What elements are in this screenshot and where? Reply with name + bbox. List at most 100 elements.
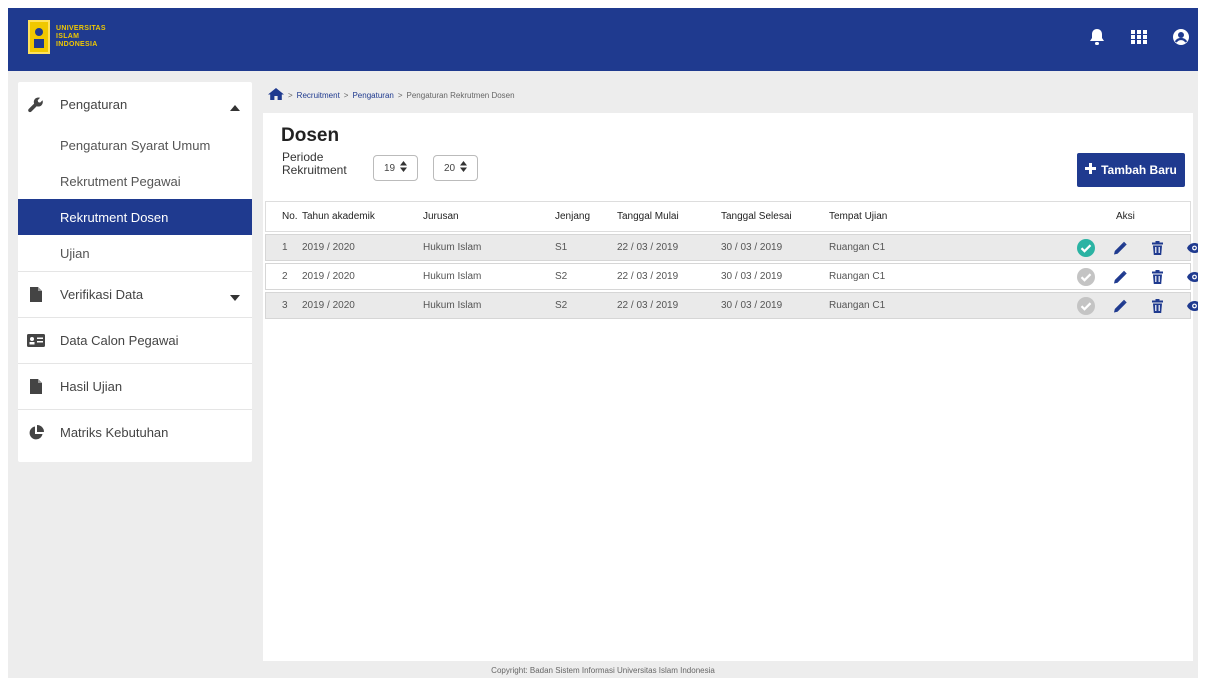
periode-label-line: Rekruitment xyxy=(282,163,347,177)
check-circle-icon[interactable] xyxy=(1077,267,1095,286)
trash-icon[interactable] xyxy=(1152,240,1163,255)
cell-no: 3 xyxy=(282,300,288,311)
cell-mulai: 22 / 03 / 2019 xyxy=(617,300,679,311)
plus-icon xyxy=(1085,163,1097,177)
cell-tempat: Ruangan C1 xyxy=(829,300,886,311)
cell-tahun: 2019 / 2020 xyxy=(302,271,355,282)
breadcrumb-separator: > xyxy=(397,90,403,100)
id-card-icon xyxy=(26,334,46,347)
eye-icon[interactable] xyxy=(1187,242,1198,253)
cell-mulai: 22 / 03 / 2019 xyxy=(617,271,679,282)
add-new-label: Tambah Baru xyxy=(1101,163,1177,177)
home-icon[interactable] xyxy=(268,88,284,102)
wrench-icon xyxy=(26,96,46,113)
app-frame: UNIVERSITAS ISLAM INDONESIA Pengaturan P… xyxy=(8,8,1198,678)
grid-icon[interactable] xyxy=(1128,26,1150,48)
sidebar-item-label: Matriks Kebutuhan xyxy=(60,425,169,440)
cell-tempat: Ruangan C1 xyxy=(829,271,886,282)
sidebar-item-data-calon-pegawai[interactable]: Data Calon Pegawai xyxy=(18,318,252,363)
sidebar: Pengaturan Pengaturan Syarat Umum Rekrut… xyxy=(18,82,252,462)
column-header: No. xyxy=(282,211,298,222)
footer-copyright: Copyright: Badan Sistem Informasi Univer… xyxy=(491,666,715,675)
eye-icon[interactable] xyxy=(1187,271,1198,282)
breadcrumb-link-recruitment[interactable]: Recruitment xyxy=(297,91,340,100)
cell-no: 1 xyxy=(282,242,288,253)
sort-arrows-icon xyxy=(460,161,468,175)
sidebar-item-verifikasi-data[interactable]: Verifikasi Data xyxy=(18,272,252,317)
pie-chart-icon xyxy=(26,424,46,441)
cell-jurusan: Hukum Islam xyxy=(423,300,482,311)
add-new-button[interactable]: Tambah Baru xyxy=(1077,153,1185,187)
top-navbar: UNIVERSITAS ISLAM INDONESIA xyxy=(8,8,1198,71)
periode-to-select[interactable]: 20 xyxy=(433,155,478,181)
cell-jenjang: S2 xyxy=(555,300,568,311)
cell-tahun: 2019 / 2020 xyxy=(302,242,355,253)
document-icon xyxy=(26,287,46,302)
logo-wordmark: UNIVERSITAS ISLAM INDONESIA xyxy=(56,25,106,49)
recruitment-table: No. Tahun akademik Jurusan Jenjang Tangg… xyxy=(265,201,1198,319)
table-row: 3 2019 / 2020 Hukum Islam S2 22 / 03 / 2… xyxy=(265,292,1198,319)
column-header: Aksi xyxy=(1116,211,1135,222)
logo-line: UNIVERSITAS xyxy=(56,25,106,32)
sort-arrows-icon xyxy=(400,161,408,175)
sidebar-item-matriks-kebutuhan[interactable]: Matriks Kebutuhan xyxy=(18,410,252,455)
caret-down-icon xyxy=(230,289,240,304)
sidebar-item-label: Pengaturan xyxy=(60,97,128,112)
file-icon xyxy=(26,379,46,394)
check-circle-icon[interactable] xyxy=(1077,296,1095,315)
cell-jenjang: S2 xyxy=(555,271,568,282)
trash-icon[interactable] xyxy=(1152,298,1163,313)
column-header: Tahun akademik xyxy=(302,211,375,222)
pencil-icon[interactable] xyxy=(1114,270,1127,283)
sidebar-subitem-rekrutment-pegawai[interactable]: Rekrutment Pegawai xyxy=(18,163,252,199)
periode-label: Periode Rekruitment xyxy=(282,151,347,177)
check-circle-icon[interactable] xyxy=(1077,238,1095,257)
column-header: Tanggal Mulai xyxy=(617,211,679,222)
cell-selesai: 30 / 03 / 2019 xyxy=(721,271,783,282)
breadcrumb: > Recruitment > Pengaturan > Pengaturan … xyxy=(268,88,515,102)
breadcrumb-separator: > xyxy=(343,90,349,100)
column-header: Tempat Ujian xyxy=(829,211,888,222)
sidebar-item-pengaturan[interactable]: Pengaturan xyxy=(18,82,252,127)
breadcrumb-link-pengaturan[interactable]: Pengaturan xyxy=(352,91,393,100)
sidebar-item-label: Verifikasi Data xyxy=(60,287,144,302)
sidebar-item-hasil-ujian[interactable]: Hasil Ujian xyxy=(18,364,252,409)
breadcrumb-current: Pengaturan Rekrutmen Dosen xyxy=(406,90,515,100)
periode-to-value: 20 xyxy=(443,162,456,174)
university-logo[interactable]: UNIVERSITAS ISLAM INDONESIA xyxy=(28,20,106,54)
cell-tahun: 2019 / 2020 xyxy=(302,300,355,311)
page-title: Dosen xyxy=(281,125,340,146)
cell-jurusan: Hukum Islam xyxy=(423,271,482,282)
cell-aksi xyxy=(1042,235,1198,260)
cell-tempat: Ruangan C1 xyxy=(829,242,886,253)
caret-up-icon xyxy=(230,99,240,114)
logo-line: INDONESIA xyxy=(56,41,98,48)
bell-icon[interactable] xyxy=(1086,26,1108,48)
pencil-icon[interactable] xyxy=(1114,299,1127,312)
column-header: Tanggal Selesai xyxy=(721,211,792,222)
table-row: 1 2019 / 2020 Hukum Islam S1 22 / 03 / 2… xyxy=(265,234,1198,261)
sidebar-subitem-syarat-umum[interactable]: Pengaturan Syarat Umum xyxy=(18,127,252,163)
sidebar-item-label: Hasil Ujian xyxy=(60,379,123,394)
column-header: Jenjang xyxy=(555,211,591,222)
breadcrumb-separator: > xyxy=(288,90,293,100)
account-icon[interactable] xyxy=(1170,26,1192,48)
cell-no: 2 xyxy=(282,271,288,282)
sidebar-subitem-rekrutment-dosen[interactable]: Rekrutment Dosen xyxy=(18,199,252,235)
table-row: 2 2019 / 2020 Hukum Islam S2 22 / 03 / 2… xyxy=(265,263,1198,290)
logo-line: ISLAM xyxy=(56,33,80,40)
cell-aksi xyxy=(1042,293,1198,318)
main-panel: Dosen Periode Rekruitment 19 20 Tambah B… xyxy=(263,113,1198,661)
cell-mulai: 22 / 03 / 2019 xyxy=(617,242,679,253)
cell-selesai: 30 / 03 / 2019 xyxy=(721,242,783,253)
cell-jenjang: S1 xyxy=(555,242,568,253)
crest-icon xyxy=(28,20,50,54)
sidebar-subitem-ujian[interactable]: Ujian xyxy=(18,235,252,271)
trash-icon[interactable] xyxy=(1152,269,1163,284)
pencil-icon[interactable] xyxy=(1114,241,1127,254)
eye-icon[interactable] xyxy=(1187,300,1198,311)
column-header: Jurusan xyxy=(423,211,459,222)
periode-from-select[interactable]: 19 xyxy=(373,155,418,181)
table-header: No. Tahun akademik Jurusan Jenjang Tangg… xyxy=(265,201,1191,232)
sidebar-item-label: Data Calon Pegawai xyxy=(60,333,179,348)
